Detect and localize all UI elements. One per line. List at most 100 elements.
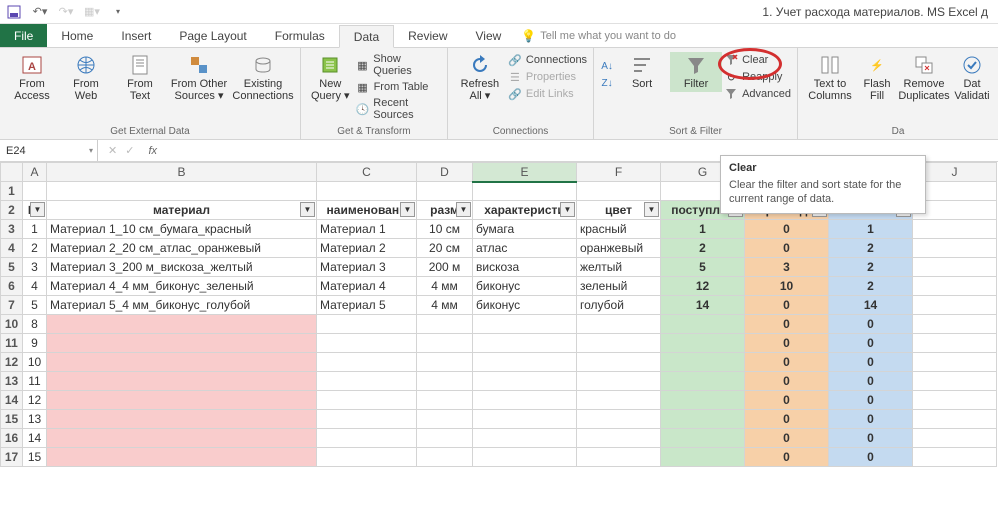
cell[interactable]: [317, 182, 417, 201]
row-header-3[interactable]: 3: [1, 220, 23, 239]
cell-J12[interactable]: [913, 353, 997, 372]
row-header-1[interactable]: 1: [1, 182, 23, 201]
cell-E3[interactable]: бумага: [473, 220, 577, 239]
tab-view[interactable]: View: [462, 24, 516, 47]
cell-A13[interactable]: 11: [23, 372, 47, 391]
sort-za-button[interactable]: Z↓: [600, 75, 614, 91]
cell-E10[interactable]: [473, 315, 577, 334]
tell-me-search[interactable]: 💡 Tell me what you want to do: [515, 24, 998, 47]
cell-C16[interactable]: [317, 429, 417, 448]
cell-F12[interactable]: [577, 353, 661, 372]
cell-I13[interactable]: 0: [829, 372, 913, 391]
cell-A12[interactable]: 10: [23, 353, 47, 372]
cell-C12[interactable]: [317, 353, 417, 372]
cell-H13[interactable]: 0: [745, 372, 829, 391]
cell-C6[interactable]: Материал 4: [317, 277, 417, 296]
cell-E11[interactable]: [473, 334, 577, 353]
cell-E7[interactable]: биконус: [473, 296, 577, 315]
cell-I12[interactable]: 0: [829, 353, 913, 372]
redo-icon[interactable]: ↷▾: [58, 4, 74, 20]
row-header-12[interactable]: 12: [1, 353, 23, 372]
cell-E15[interactable]: [473, 410, 577, 429]
cell-B14[interactable]: [47, 391, 317, 410]
from-text-button[interactable]: From Text: [114, 52, 166, 104]
cell-B15[interactable]: [47, 410, 317, 429]
cell-G17[interactable]: [661, 448, 745, 467]
show-queries-button[interactable]: ▦Show Queries: [356, 52, 441, 78]
remove-duplicates-button[interactable]: Remove Duplicates: [898, 52, 950, 104]
cell-J14[interactable]: [913, 391, 997, 410]
reapply-button[interactable]: ↻Reapply: [724, 69, 791, 85]
cell-I11[interactable]: 0: [829, 334, 913, 353]
cell-D15[interactable]: [417, 410, 473, 429]
cell-I5[interactable]: 2: [829, 258, 913, 277]
cell-A5[interactable]: 3: [23, 258, 47, 277]
cell-A7[interactable]: 5: [23, 296, 47, 315]
row-header-10[interactable]: 10: [1, 315, 23, 334]
cell-J6[interactable]: [913, 277, 997, 296]
cell-G15[interactable]: [661, 410, 745, 429]
cell-C14[interactable]: [317, 391, 417, 410]
row-header-6[interactable]: 6: [1, 277, 23, 296]
cell-F13[interactable]: [577, 372, 661, 391]
cell-C4[interactable]: Материал 2: [317, 239, 417, 258]
cell-B5[interactable]: Материал 3_200 м_вискоза_желтый: [47, 258, 317, 277]
cell-D10[interactable]: [417, 315, 473, 334]
cell[interactable]: [577, 182, 661, 201]
from-web-button[interactable]: From Web: [60, 52, 112, 104]
cell-A11[interactable]: 9: [23, 334, 47, 353]
cell-F11[interactable]: [577, 334, 661, 353]
cell-G3[interactable]: 1: [661, 220, 745, 239]
cell-I14[interactable]: 0: [829, 391, 913, 410]
existing-connections-button[interactable]: Existing Connections: [232, 52, 294, 104]
cell-I10[interactable]: 0: [829, 315, 913, 334]
cell-E5[interactable]: вискоза: [473, 258, 577, 277]
row-header-14[interactable]: 14: [1, 391, 23, 410]
row-header-4[interactable]: 4: [1, 239, 23, 258]
cell-I16[interactable]: 0: [829, 429, 913, 448]
cell-D11[interactable]: [417, 334, 473, 353]
cell-H15[interactable]: 0: [745, 410, 829, 429]
sort-az-button[interactable]: A↓: [600, 58, 614, 74]
save-icon[interactable]: [6, 4, 22, 20]
col-header-F[interactable]: F: [577, 163, 661, 182]
cell-J3[interactable]: [913, 220, 997, 239]
col-header-D[interactable]: D: [417, 163, 473, 182]
cell-C11[interactable]: [317, 334, 417, 353]
filter-dropdown-icon[interactable]: ▼: [456, 202, 471, 217]
cell-D5[interactable]: 200 м: [417, 258, 473, 277]
cell-D17[interactable]: [417, 448, 473, 467]
cell-E12[interactable]: [473, 353, 577, 372]
advanced-button[interactable]: Advanced: [724, 86, 791, 102]
cell-F7[interactable]: голубой: [577, 296, 661, 315]
cell-D12[interactable]: [417, 353, 473, 372]
tab-review[interactable]: Review: [394, 24, 461, 47]
clear-button[interactable]: Clear: [724, 52, 791, 68]
row-header-16[interactable]: 16: [1, 429, 23, 448]
cell-I7[interactable]: 14: [829, 296, 913, 315]
select-all-cell[interactable]: [1, 163, 23, 182]
cell-F14[interactable]: [577, 391, 661, 410]
cell-E16[interactable]: [473, 429, 577, 448]
name-box[interactable]: E24: [0, 140, 98, 161]
cell-E17[interactable]: [473, 448, 577, 467]
cell-I4[interactable]: 2: [829, 239, 913, 258]
table-header-B[interactable]: материал▼: [47, 201, 317, 220]
cell-B12[interactable]: [47, 353, 317, 372]
cell-C7[interactable]: Материал 5: [317, 296, 417, 315]
cell-D7[interactable]: 4 мм: [417, 296, 473, 315]
cell-F6[interactable]: зеленый: [577, 277, 661, 296]
sort-button[interactable]: Sort: [616, 52, 668, 92]
cell-I15[interactable]: 0: [829, 410, 913, 429]
cell-H11[interactable]: 0: [745, 334, 829, 353]
col-header-A[interactable]: A: [23, 163, 47, 182]
cell-H17[interactable]: 0: [745, 448, 829, 467]
text-to-columns-button[interactable]: Text to Columns: [804, 52, 856, 104]
cell-E14[interactable]: [473, 391, 577, 410]
cell-H3[interactable]: 0: [745, 220, 829, 239]
cell-B10[interactable]: [47, 315, 317, 334]
cell[interactable]: [47, 182, 317, 201]
cell-H16[interactable]: 0: [745, 429, 829, 448]
cell-G12[interactable]: [661, 353, 745, 372]
row-header-13[interactable]: 13: [1, 372, 23, 391]
